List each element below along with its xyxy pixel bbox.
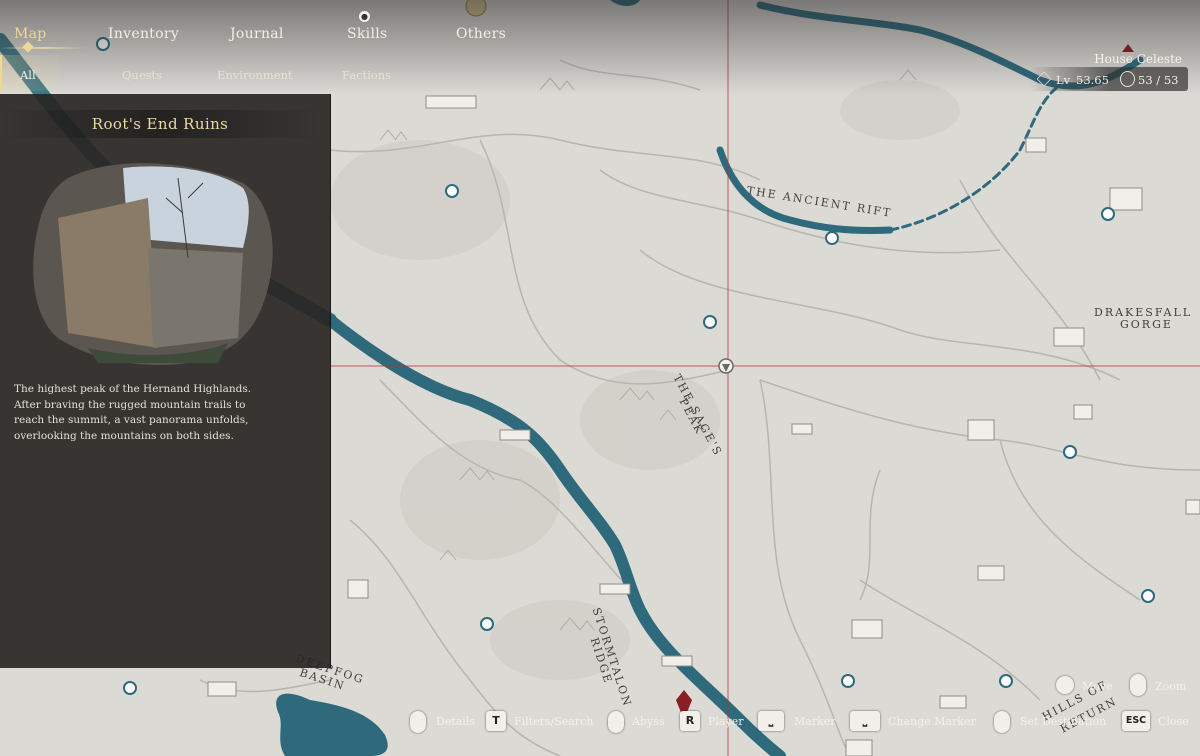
mouse-middle-icon: [994, 711, 1010, 733]
key-esc: ESC: [1122, 711, 1150, 731]
location-detail-panel: Root's End Ruins The highest peak of the…: [0, 94, 331, 668]
subtab-environment[interactable]: Environment: [217, 68, 293, 82]
mouse-right-icon: [608, 711, 624, 733]
hint-abyss[interactable]: Abyss: [632, 715, 665, 728]
hint-player[interactable]: Player: [708, 715, 743, 728]
shield-icon: [1120, 71, 1135, 87]
hint-change-marker[interactable]: Change Marker: [888, 715, 976, 728]
tab-map[interactable]: Map: [14, 26, 47, 42]
subtab-all[interactable]: All: [20, 68, 36, 82]
hint-filters-search[interactable]: Filters/Search: [514, 715, 593, 728]
active-tab-underline: [0, 47, 86, 49]
subtab-factions[interactable]: Factions: [342, 68, 391, 82]
key-r: R: [680, 711, 700, 731]
key-t: T: [486, 711, 506, 731]
subtab-quests[interactable]: Quests: [122, 68, 162, 82]
mouse-scroll-icon: [1130, 674, 1146, 696]
tab-journal[interactable]: Journal: [230, 26, 284, 42]
hint-details[interactable]: Details: [436, 715, 475, 728]
map-label-drakesfall-gorge: GORGE: [1120, 318, 1173, 331]
location-title: Root's End Ruins: [0, 110, 320, 138]
level-value: 53.65: [1076, 73, 1109, 87]
hint-zoom: Zoom: [1155, 680, 1187, 693]
hint-close[interactable]: Close: [1158, 715, 1189, 728]
location-image: [33, 163, 273, 366]
tab-inventory[interactable]: Inventory: [108, 26, 179, 42]
hint-set-destination[interactable]: Set Destination: [1020, 715, 1106, 728]
hint-marker[interactable]: Marker: [794, 715, 836, 728]
move-icon: [1056, 676, 1074, 694]
tab-skills[interactable]: Skills: [347, 26, 388, 42]
tab-others[interactable]: Others: [456, 26, 506, 42]
location-description: The highest peak of the Hernand Highland…: [14, 383, 252, 442]
mouse-left-icon: [410, 711, 426, 733]
hint-move: Move: [1082, 680, 1113, 693]
key-space-hold: ⎵: [850, 711, 880, 731]
skills-notification-icon: ●: [359, 11, 370, 22]
level-label: Lv: [1056, 73, 1071, 87]
key-space: ⎵: [758, 711, 784, 731]
resource-count: 53 / 53: [1138, 73, 1179, 87]
house-name: House Celeste: [1094, 52, 1182, 66]
